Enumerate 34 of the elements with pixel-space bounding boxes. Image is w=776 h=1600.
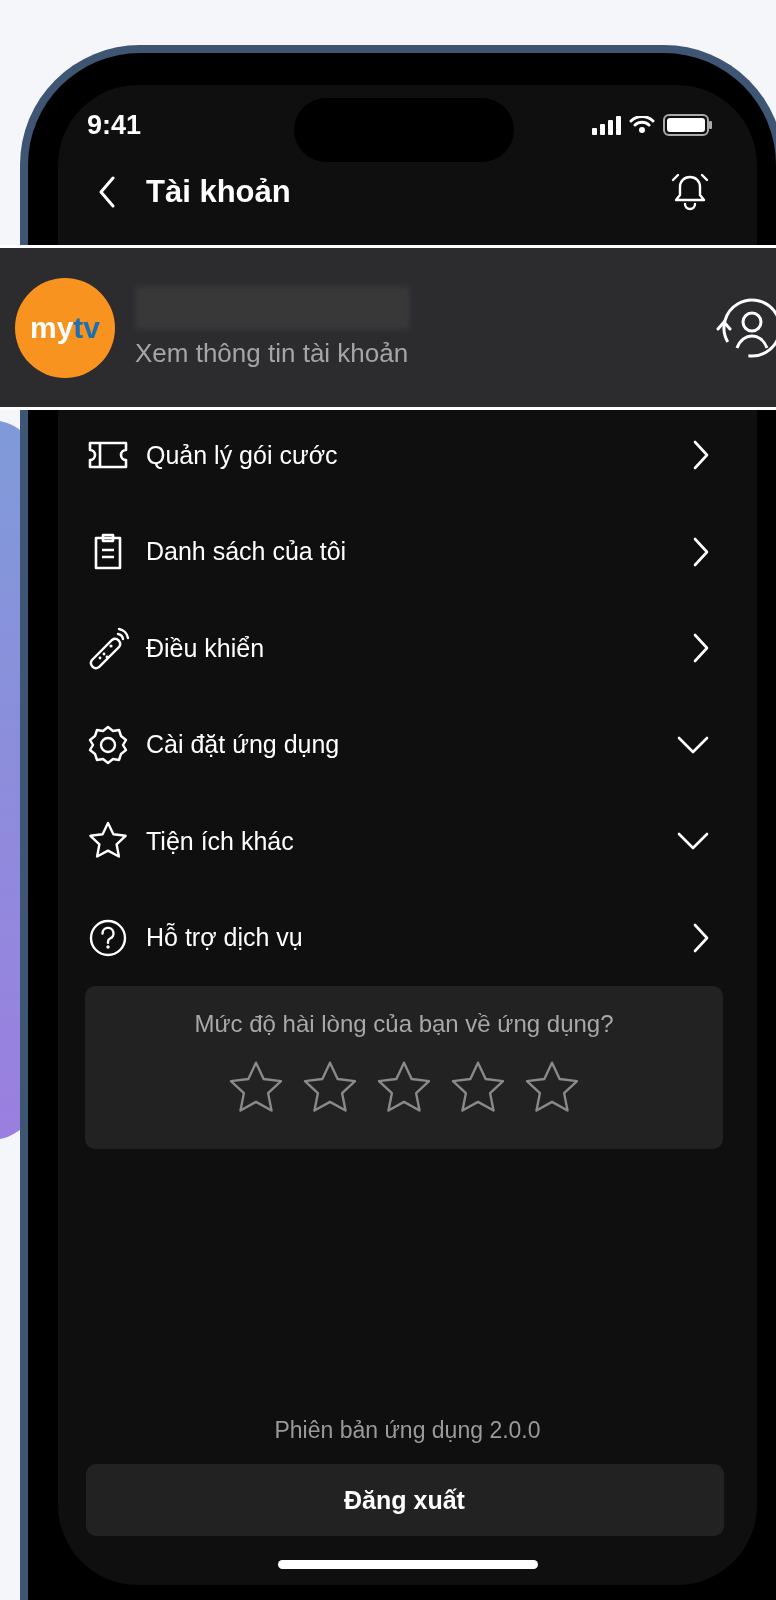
app-version: Phiên bản ứng dụng 2.0.0 bbox=[274, 1417, 541, 1444]
menu-label: Cài đặt ứng dụng bbox=[146, 730, 341, 760]
rating-star[interactable] bbox=[376, 1060, 432, 1114]
status-time: 9:41 bbox=[87, 109, 142, 141]
menu-item[interactable]: Danh sách của tôi bbox=[58, 503, 757, 600]
chevron-right-icon bbox=[693, 922, 709, 953]
page-title: Tài khoản bbox=[146, 174, 292, 210]
rating-star[interactable] bbox=[524, 1060, 580, 1114]
back-icon[interactable] bbox=[98, 176, 116, 208]
battery-icon bbox=[663, 114, 713, 136]
rating-star[interactable] bbox=[228, 1060, 284, 1114]
rating-star[interactable] bbox=[302, 1060, 358, 1114]
menu-item[interactable]: Hỗ trợ dịch vụ bbox=[58, 889, 757, 986]
bell-icon[interactable] bbox=[671, 172, 709, 212]
profile-banner[interactable]: mytv Xem thông tin tài khoản bbox=[0, 245, 776, 410]
logo-avatar: mytv bbox=[15, 277, 115, 378]
menu-item[interactable]: Điều khiển bbox=[58, 600, 757, 697]
menu-item[interactable]: Cài đặt ứng dụng bbox=[58, 696, 757, 793]
profile-subtitle: Xem thông tin tài khoản bbox=[135, 338, 410, 369]
menu-item[interactable]: Quản lý gói cước bbox=[58, 407, 757, 504]
rating-star[interactable] bbox=[450, 1060, 506, 1114]
menu-label: Danh sách của tôi bbox=[146, 537, 348, 567]
chevron-right-icon bbox=[693, 633, 709, 664]
wifi-icon bbox=[629, 116, 655, 134]
logout-button[interactable]: Đăng xuất bbox=[85, 1464, 724, 1536]
menu-label: Hỗ trợ dịch vụ bbox=[146, 923, 304, 953]
signal-icon bbox=[592, 115, 621, 135]
menu-item[interactable]: Tiện ích khác bbox=[58, 793, 757, 890]
menu-label: Điều khiển bbox=[146, 633, 266, 663]
rating-question: Mức độ hài lòng của bạn về ứng dụng? bbox=[194, 1010, 614, 1038]
chevron-right-icon bbox=[693, 536, 709, 567]
menu-label: Quản lý gói cước bbox=[146, 440, 339, 470]
menu-label: Tiện ích khác bbox=[146, 826, 295, 856]
chevron-right-icon bbox=[693, 440, 709, 471]
